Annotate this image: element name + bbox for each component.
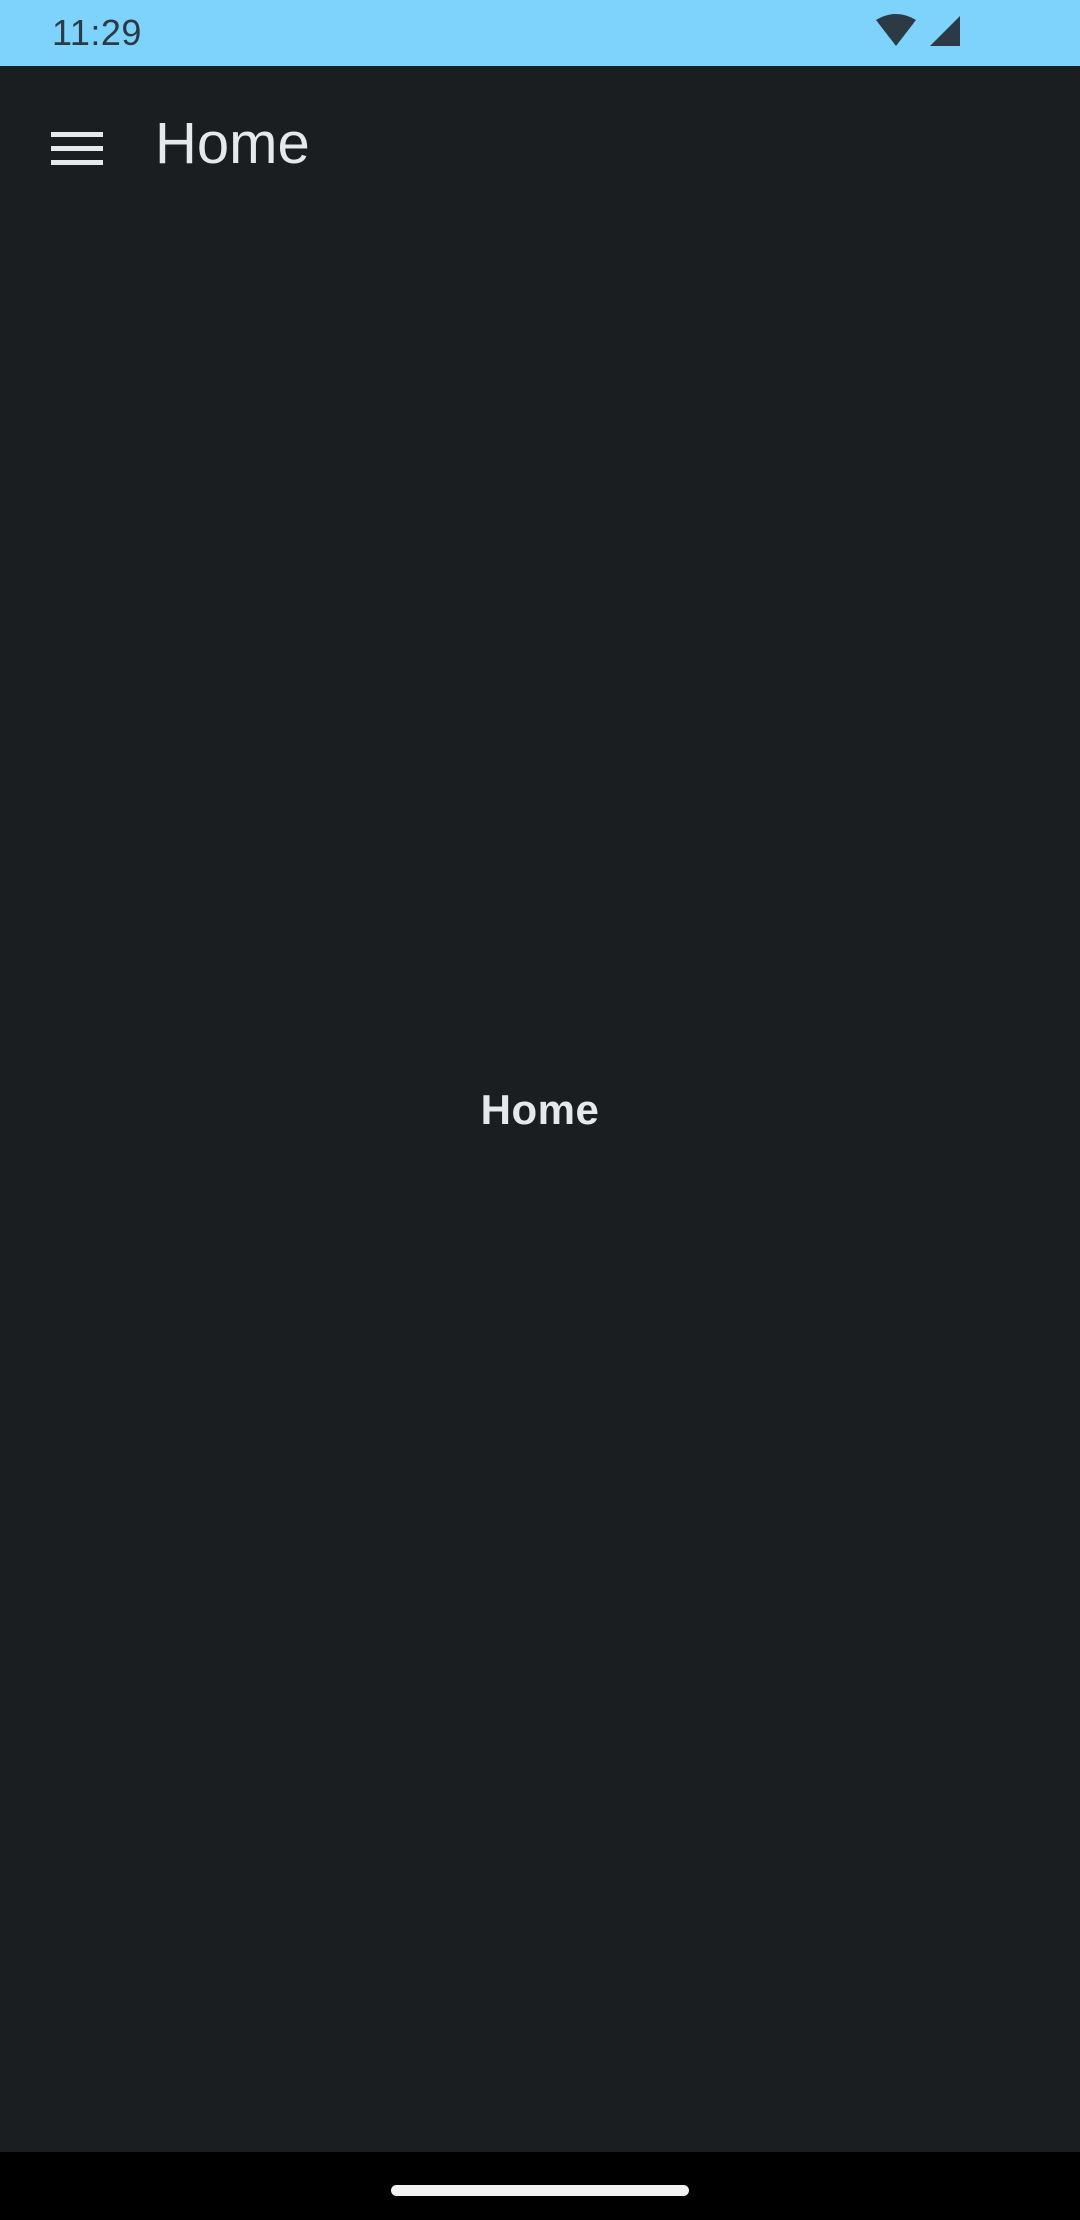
- home-gesture-indicator[interactable]: [391, 2185, 689, 2196]
- status-bar: 11:29: [0, 0, 1080, 66]
- system-navigation-bar: [0, 2152, 1080, 2220]
- status-icons: [874, 13, 962, 53]
- top-app-bar: Home: [0, 66, 1080, 242]
- page-title: Home: [155, 111, 310, 176]
- cellular-signal-icon: [928, 14, 962, 53]
- wifi-icon: [874, 13, 918, 53]
- hamburger-menu-icon: [51, 130, 103, 173]
- status-time: 11:29: [52, 12, 142, 53]
- app-screen: 11:29 Home Home: [0, 0, 1080, 2220]
- menu-button[interactable]: [32, 106, 122, 196]
- content-label: Home: [480, 1086, 600, 1133]
